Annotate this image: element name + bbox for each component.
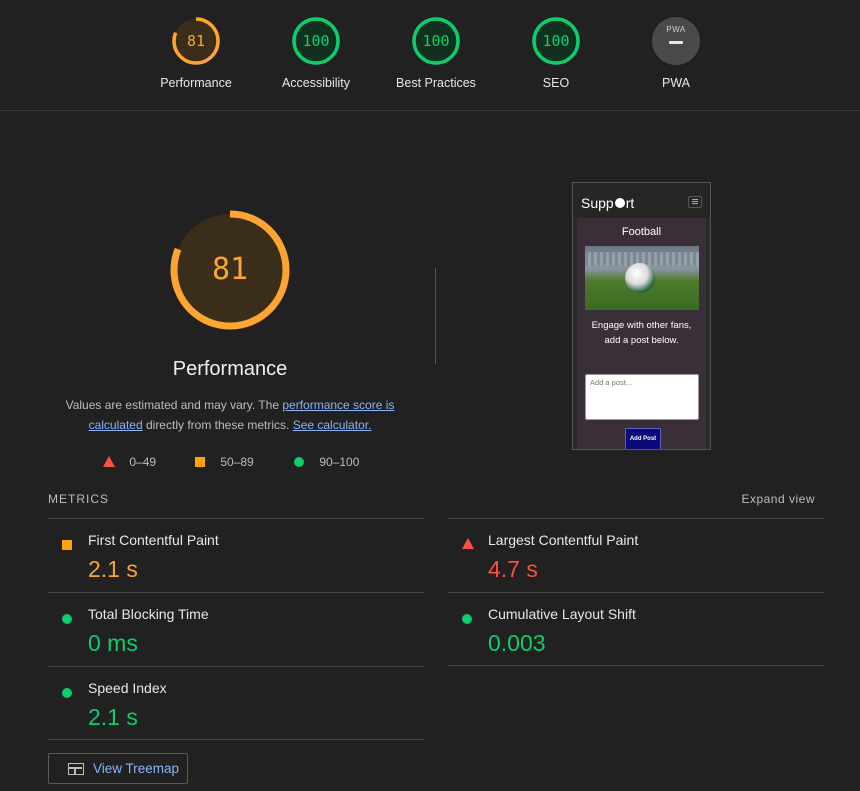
metric-value: 0 ms bbox=[88, 630, 138, 656]
circle-icon bbox=[462, 610, 472, 628]
divider bbox=[48, 666, 424, 667]
performance-title: Performance bbox=[172, 358, 288, 380]
circle-icon bbox=[62, 684, 72, 702]
thumb-body: Football Engage with other fans, add a p… bbox=[577, 218, 706, 449]
metric-value: 2.1 s bbox=[88, 556, 138, 582]
metric-label: Total Blocking Time bbox=[88, 606, 209, 622]
divider bbox=[448, 592, 824, 593]
thumb-text: Engage with other fans, add a post below… bbox=[591, 320, 692, 346]
thumb-header: Supp rt bbox=[573, 183, 710, 218]
thumb-brand: Supp rt bbox=[581, 195, 635, 211]
gauge-label: SEO bbox=[542, 76, 570, 90]
gauge-seo[interactable]: 100 SEO bbox=[496, 16, 616, 90]
gauge-score: 100 bbox=[542, 32, 570, 50]
performance-description: Values are estimated and may vary. The p… bbox=[55, 395, 405, 435]
divider bbox=[48, 518, 424, 519]
gauge-ring: 81 bbox=[171, 16, 221, 66]
football-icon bbox=[613, 197, 626, 209]
divider bbox=[48, 739, 424, 740]
treemap-icon bbox=[68, 763, 84, 775]
divider bbox=[435, 268, 436, 364]
metric-label: Speed Index bbox=[88, 680, 167, 696]
metric-total-blocking-time: Total Blocking Time 0 ms bbox=[48, 594, 408, 668]
metric-value: 0.003 bbox=[488, 630, 546, 656]
pwa-dash-icon bbox=[669, 41, 683, 44]
gauge-score: 100 bbox=[422, 32, 450, 50]
view-treemap-label: View Treemap bbox=[93, 761, 180, 776]
gauge-performance[interactable]: 81 Performance bbox=[136, 16, 256, 90]
circle-icon bbox=[62, 610, 72, 628]
metric-label: First Contentful Paint bbox=[88, 532, 219, 548]
metric-label: Cumulative Layout Shift bbox=[488, 606, 636, 622]
legend-range: 50–89 bbox=[220, 455, 254, 469]
triangle-icon bbox=[462, 535, 474, 553]
legend-range: 0–49 bbox=[129, 455, 157, 469]
view-treemap-button[interactable]: View Treemap bbox=[48, 753, 188, 784]
divider bbox=[448, 665, 824, 666]
gauge-label: PWA bbox=[661, 76, 690, 90]
legend-average: 50–89 bbox=[195, 455, 254, 469]
gauge-accessibility[interactable]: 100 Accessibility bbox=[256, 16, 376, 90]
hamburger-icon bbox=[688, 196, 702, 208]
legend-pass: 90–100 bbox=[294, 455, 359, 469]
see-calculator-link[interactable]: See calculator. bbox=[293, 418, 372, 432]
expand-view-toggle[interactable]: Expand view bbox=[741, 492, 815, 506]
divider bbox=[448, 518, 824, 519]
desc-text: Values are estimated and may vary. The bbox=[65, 398, 283, 412]
metric-largest-contentful-paint: Largest Contentful Paint 4.7 s bbox=[448, 520, 808, 594]
thumb-post-textarea: Add a post... bbox=[585, 374, 699, 420]
category-gauges-bar: 81 Performance 100 Accessibility 100 Bes… bbox=[0, 0, 860, 111]
gauge-pwa[interactable]: PWA PWA bbox=[616, 16, 736, 90]
thumb-add-post-button: Add Post bbox=[625, 428, 661, 449]
legend-fail: 0–49 bbox=[103, 455, 156, 469]
gauge-ring: PWA bbox=[651, 16, 701, 66]
gauge-label: Best Practices bbox=[396, 76, 476, 90]
performance-gauge: 81 bbox=[169, 209, 291, 331]
metric-first-contentful-paint: First Contentful Paint 2.1 s bbox=[48, 520, 408, 594]
divider bbox=[48, 592, 424, 593]
performance-score: 81 bbox=[211, 252, 249, 287]
desc-text: directly from these metrics. bbox=[142, 418, 293, 432]
football-image bbox=[585, 246, 699, 310]
metric-cumulative-layout-shift: Cumulative Layout Shift 0.003 bbox=[448, 594, 808, 668]
triangle-icon bbox=[103, 456, 115, 467]
pwa-badge-text: PWA bbox=[666, 25, 686, 34]
square-icon bbox=[62, 536, 72, 554]
metric-speed-index: Speed Index 2.1 s bbox=[48, 668, 408, 742]
metric-value: 4.7 s bbox=[488, 556, 538, 582]
gauge-score: 81 bbox=[186, 32, 206, 50]
metrics-header: METRICS bbox=[48, 492, 109, 506]
gauge-best-practices[interactable]: 100 Best Practices bbox=[376, 16, 496, 90]
thumb-title: Football bbox=[621, 226, 662, 238]
square-icon bbox=[195, 457, 205, 467]
gauge-ring: 100 bbox=[411, 16, 461, 66]
final-screenshot[interactable]: Supp rt Football Engage with other fans, … bbox=[572, 182, 711, 450]
circle-icon bbox=[294, 457, 304, 467]
gauge-score: 100 bbox=[302, 32, 330, 50]
gauge-label: Performance bbox=[160, 76, 232, 90]
gauge-label: Accessibility bbox=[281, 76, 351, 90]
metric-label: Largest Contentful Paint bbox=[488, 532, 639, 548]
legend-range: 90–100 bbox=[319, 455, 360, 469]
pwa-badge-icon: PWA bbox=[652, 17, 700, 65]
gauge-ring: 100 bbox=[531, 16, 581, 66]
metric-value: 2.1 s bbox=[88, 704, 138, 730]
gauge-ring: 100 bbox=[291, 16, 341, 66]
